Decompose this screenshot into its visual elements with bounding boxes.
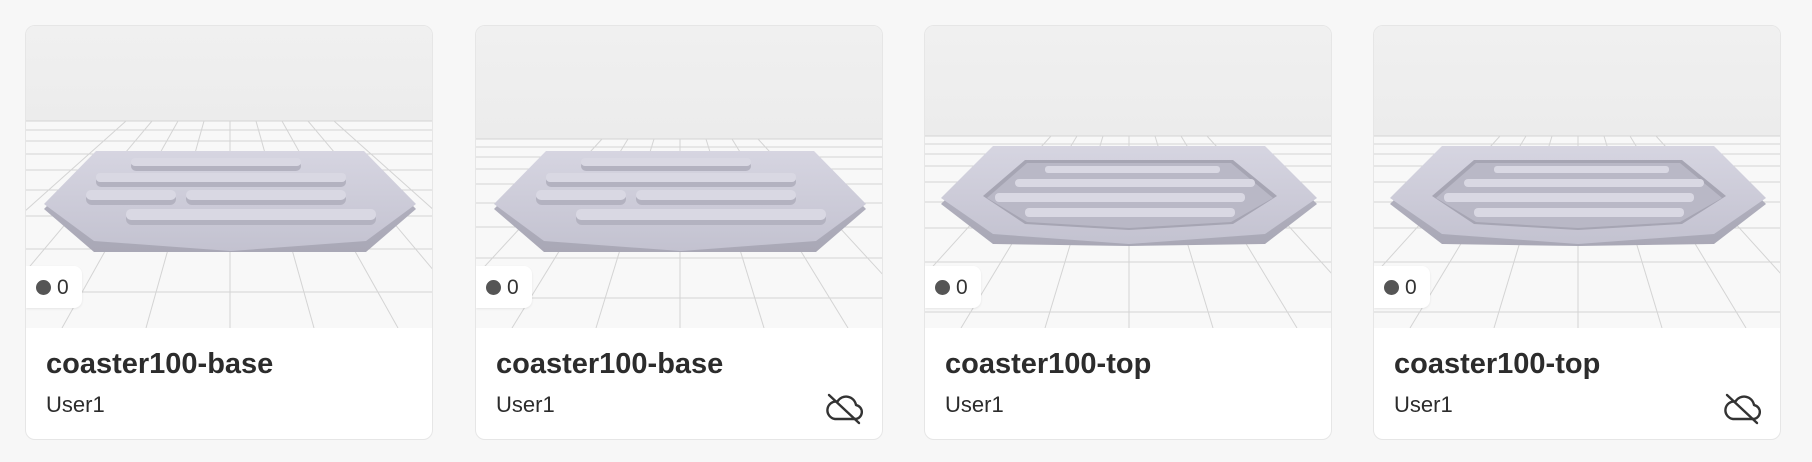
cloud-off-icon [1724,393,1762,425]
model-thumbnail[interactable]: 0 [26,26,432,328]
model-owner[interactable]: User1 [1394,392,1453,418]
model-owner[interactable]: User1 [496,392,555,418]
model-card[interactable]: 0 coaster100-base User1 [475,25,883,440]
model-thumbnail[interactable]: 0 [476,26,882,328]
print-count: 0 [1405,275,1417,299]
print-count: 0 [956,275,968,299]
model-preview-render [26,26,432,328]
model-title[interactable]: coaster100-base [496,348,723,381]
print-count: 0 [507,275,519,299]
filament-dot-icon [486,279,501,295]
print-count-badge: 0 [476,266,532,308]
card-info: coaster100-top User1 [925,328,1331,439]
model-card[interactable]: 0 coaster100-base User1 [25,25,433,440]
model-thumbnail[interactable]: 0 [1374,26,1780,328]
print-count-badge: 0 [1374,266,1430,308]
card-info: coaster100-base User1 [26,328,432,439]
model-card[interactable]: 0 coaster100-top User1 [924,25,1332,440]
cloud-off-icon [826,393,864,425]
print-count-badge: 0 [26,266,82,308]
card-info: coaster100-top User1 [1374,328,1780,439]
filament-dot-icon [1384,279,1399,295]
filament-dot-icon [935,279,950,295]
print-count-badge: 0 [925,266,981,308]
model-preview-render [476,26,882,328]
model-title[interactable]: coaster100-top [945,348,1151,381]
model-owner[interactable]: User1 [46,392,105,418]
print-count: 0 [57,275,69,299]
card-info: coaster100-base User1 [476,328,882,439]
filament-dot-icon [36,279,51,295]
model-thumbnail[interactable]: 0 [925,26,1331,328]
model-title[interactable]: coaster100-base [46,348,273,381]
model-preview-render [1374,26,1780,328]
model-card[interactable]: 0 coaster100-top User1 [1373,25,1781,440]
model-preview-render [925,26,1331,328]
model-owner[interactable]: User1 [945,392,1004,418]
model-title[interactable]: coaster100-top [1394,348,1600,381]
model-grid: 0 coaster100-base User1 0 coaster100-bas… [0,0,1812,462]
